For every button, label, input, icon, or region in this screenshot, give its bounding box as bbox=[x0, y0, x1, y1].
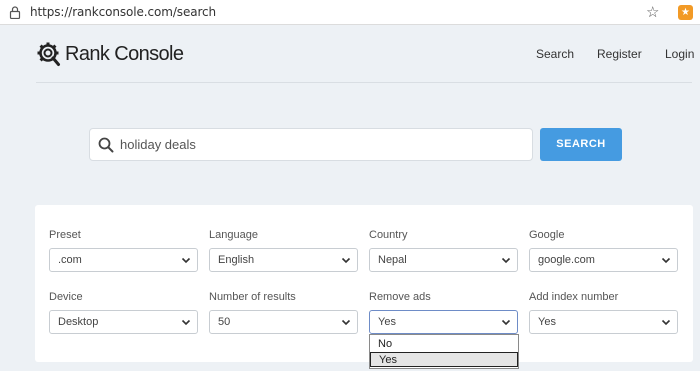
results-label: Number of results bbox=[209, 291, 296, 303]
chevron-down-icon bbox=[341, 319, 351, 326]
remove-ads-value: Yes bbox=[378, 316, 396, 328]
lock-icon bbox=[9, 6, 21, 19]
dropdown-option-no[interactable]: No bbox=[370, 337, 518, 352]
language-value: English bbox=[218, 254, 255, 266]
nav-search-link[interactable]: Search bbox=[536, 47, 574, 61]
chevron-down-icon bbox=[181, 319, 191, 326]
url-text[interactable]: https://rankconsole.com/search bbox=[30, 5, 216, 19]
browser-url-bar[interactable]: https://rankconsole.com/search ☆ ★ bbox=[0, 0, 700, 25]
chevron-down-icon bbox=[661, 257, 671, 264]
chevron-down-icon bbox=[181, 257, 191, 264]
search-icon bbox=[98, 137, 114, 153]
header-divider bbox=[36, 82, 692, 83]
gear-magnifier-icon bbox=[37, 42, 60, 66]
search-input[interactable]: holiday deals bbox=[89, 128, 533, 161]
results-value: 50 bbox=[218, 316, 231, 328]
chevron-down-icon bbox=[661, 319, 671, 326]
language-label: Language bbox=[209, 229, 258, 241]
google-value: google.com bbox=[538, 254, 595, 266]
brand-name: Rank Console bbox=[65, 42, 184, 65]
device-select[interactable]: Desktop bbox=[49, 310, 198, 334]
search-options-panel bbox=[35, 205, 693, 362]
bookmark-star-icon[interactable]: ☆ bbox=[646, 3, 659, 21]
chevron-down-icon bbox=[501, 319, 511, 326]
device-label: Device bbox=[49, 291, 83, 303]
device-value: Desktop bbox=[58, 316, 99, 328]
search-query-text[interactable]: holiday deals bbox=[120, 137, 196, 152]
preset-value: .com bbox=[58, 254, 82, 266]
add-index-select[interactable]: Yes bbox=[529, 310, 678, 334]
dropdown-option-yes[interactable]: Yes bbox=[370, 352, 518, 367]
language-select[interactable]: English bbox=[209, 248, 358, 272]
google-domain-select[interactable]: google.com bbox=[529, 248, 678, 272]
remove-ads-label: Remove ads bbox=[369, 291, 431, 303]
add-index-label: Add index number bbox=[529, 291, 619, 303]
google-label: Google bbox=[529, 229, 565, 241]
results-count-select[interactable]: 50 bbox=[209, 310, 358, 334]
chevron-down-icon bbox=[341, 257, 351, 264]
extension-icon[interactable]: ★ bbox=[678, 5, 693, 20]
country-value: Nepal bbox=[378, 254, 407, 266]
country-label: Country bbox=[369, 229, 408, 241]
brand-logo[interactable]: Rank Console bbox=[36, 40, 184, 68]
nav-register-link[interactable]: Register bbox=[597, 47, 642, 61]
chevron-down-icon bbox=[501, 257, 511, 264]
search-button[interactable]: SEARCH bbox=[540, 128, 622, 161]
country-select[interactable]: Nepal bbox=[369, 248, 518, 272]
add-index-value: Yes bbox=[538, 316, 556, 328]
preset-label: Preset bbox=[49, 229, 81, 241]
preset-select[interactable]: .com bbox=[49, 248, 198, 272]
nav-login-link[interactable]: Login bbox=[665, 47, 694, 61]
remove-ads-select[interactable]: Yes bbox=[369, 310, 518, 334]
remove-ads-dropdown-list: No Yes bbox=[369, 334, 519, 369]
